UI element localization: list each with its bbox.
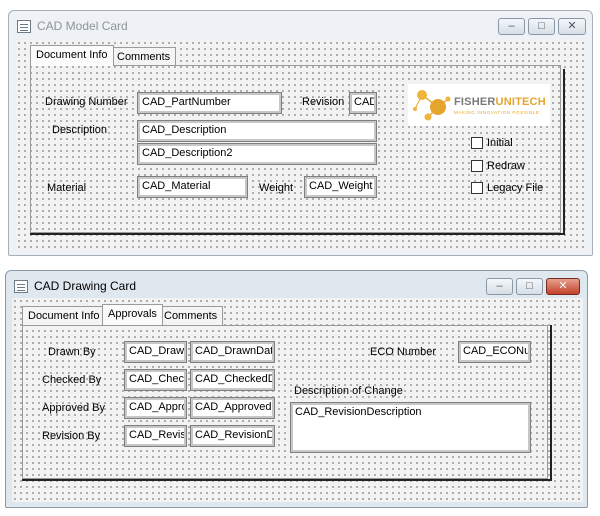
- drawing-number-label: Drawing Number: [45, 96, 128, 108]
- legacy-file-checkbox-label: Legacy File: [487, 182, 544, 194]
- maximize-button[interactable]: □: [516, 278, 543, 295]
- cad-drawing-card-window: CAD Drawing Card – □ ✕ Document Info App…: [5, 270, 588, 508]
- revision-by-label: Revision By: [42, 430, 101, 442]
- weight-label: Weight: [259, 182, 294, 194]
- part-number-field[interactable]: CAD_PartNumber: [137, 92, 282, 114]
- revision-description-field[interactable]: CAD_RevisionDescription: [290, 402, 531, 453]
- minimize-icon: –: [496, 280, 503, 292]
- minimize-button[interactable]: –: [486, 278, 513, 295]
- approved-by-field[interactable]: CAD_Appro: [124, 397, 187, 419]
- window-form-icon[interactable]: [14, 280, 28, 293]
- minimize-icon: –: [508, 20, 515, 32]
- model-card-titlebar[interactable]: CAD Model Card – □ ✕: [9, 11, 592, 41]
- eco-number-label: ECO Number: [370, 346, 437, 358]
- legacy-file-checkbox[interactable]: [471, 182, 483, 194]
- description-field[interactable]: CAD_Description: [137, 120, 377, 142]
- tab-comments[interactable]: Comments: [158, 306, 224, 325]
- close-icon: ✕: [558, 280, 568, 292]
- initial-checkbox-label: Initial: [487, 137, 513, 149]
- maximize-icon: □: [538, 20, 545, 32]
- tab-comments[interactable]: Comments: [111, 47, 177, 66]
- drawing-card-form-area: Document Info Approvals Comments Drawn B…: [12, 298, 583, 502]
- drawn-by-label: Drawn By: [48, 346, 96, 358]
- redraw-checkbox-label: Redraw: [487, 160, 525, 172]
- revision-date-field[interactable]: CAD_RevisionDa: [190, 425, 275, 447]
- window-form-icon[interactable]: [17, 20, 31, 33]
- molecule-logo-icon: [413, 90, 451, 121]
- material-field[interactable]: CAD_Material: [137, 176, 248, 198]
- drawn-date-field[interactable]: CAD_DrawnDate: [190, 341, 275, 363]
- approved-date-field[interactable]: CAD_ApprovedD: [190, 397, 275, 419]
- cad-model-card-window: CAD Model Card – □ ✕ Document Info Comme…: [8, 10, 593, 256]
- fisher-unitech-logo: FISHERUNITECH MAKING INNOVATION POSSIBLE: [408, 84, 550, 126]
- weight-field[interactable]: CAD_Weight: [304, 176, 377, 198]
- model-card-title: CAD Model Card: [37, 19, 128, 33]
- approved-by-label: Approved By: [42, 402, 105, 414]
- panel-shadow: [22, 479, 552, 481]
- drawing-card-title: CAD Drawing Card: [34, 279, 137, 293]
- model-card-form-area: Document Info Comments Drawing Number CA…: [16, 40, 586, 250]
- logo-wordmark: FISHERUNITECH: [454, 96, 546, 108]
- revision-label: Revision: [302, 96, 345, 108]
- revision-field[interactable]: CAD: [349, 92, 377, 114]
- description2-field[interactable]: CAD_Description2: [137, 143, 377, 165]
- panel-shadow-right: [563, 69, 565, 235]
- tab-document-info[interactable]: Document Info: [22, 306, 106, 325]
- eco-number-field[interactable]: CAD_ECONum: [458, 341, 531, 363]
- redraw-checkbox[interactable]: [471, 160, 483, 172]
- tab-document-info[interactable]: Document Info: [30, 45, 114, 66]
- description-of-change-label: Description of Change: [294, 385, 403, 397]
- panel-shadow-right: [550, 325, 552, 481]
- drawing-card-titlebar[interactable]: CAD Drawing Card – □ ✕: [6, 271, 587, 301]
- close-button[interactable]: ✕: [558, 18, 586, 35]
- close-icon: ✕: [567, 20, 577, 32]
- panel-shadow: [30, 233, 565, 235]
- maximize-icon: □: [526, 280, 533, 292]
- material-label: Material: [47, 182, 87, 194]
- tab-approvals[interactable]: Approvals: [102, 304, 163, 325]
- checked-date-field[interactable]: CAD_CheckedDa: [190, 369, 275, 391]
- checked-by-field[interactable]: CAD_Check: [124, 369, 187, 391]
- logo-tagline: MAKING INNOVATION POSSIBLE: [454, 110, 540, 115]
- revision-by-field[interactable]: CAD_Revisi: [124, 425, 187, 447]
- description-label: Description: [52, 124, 108, 136]
- maximize-button[interactable]: □: [528, 18, 555, 35]
- minimize-button[interactable]: –: [498, 18, 525, 35]
- drawn-by-field[interactable]: CAD_Drawn: [124, 341, 187, 363]
- initial-checkbox[interactable]: [471, 137, 483, 149]
- close-button[interactable]: ✕: [546, 278, 580, 295]
- checked-by-label: Checked By: [42, 374, 102, 386]
